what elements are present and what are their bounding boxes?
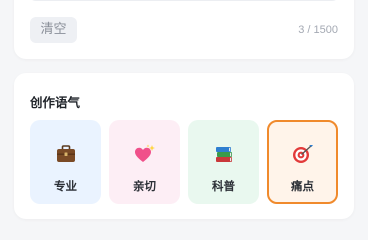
character-counter: 3 / 1500 — [298, 24, 338, 36]
tone-label: 亲切 — [133, 179, 156, 193]
tone-card: 创作语气 专业 亲切 科普 痛点 — [14, 73, 354, 219]
bullseye-icon — [292, 144, 314, 164]
tone-option-pain-point[interactable]: 痛点 — [267, 120, 338, 204]
section-title: 创作语气 — [30, 95, 81, 110]
tone-option-science[interactable]: 科普 — [188, 120, 259, 204]
tone-label: 痛点 — [291, 179, 314, 193]
clear-button[interactable]: 清空 — [30, 17, 77, 43]
editor-card: 清空 3 / 1500 — [14, 0, 354, 59]
content-textarea[interactable] — [28, 0, 340, 1]
tone-label: 专业 — [54, 179, 77, 193]
books-icon — [213, 144, 235, 164]
tone-option-professional[interactable]: 专业 — [30, 120, 101, 204]
page: 清空 3 / 1500 创作语气 专业 亲切 科普 痛点 — [0, 0, 368, 228]
tone-option-friendly[interactable]: 亲切 — [109, 120, 180, 204]
briefcase-icon — [55, 144, 77, 164]
tone-label: 科普 — [212, 179, 235, 193]
sparkling-heart-icon — [134, 144, 156, 164]
tone-options: 专业 亲切 科普 痛点 — [30, 120, 338, 204]
